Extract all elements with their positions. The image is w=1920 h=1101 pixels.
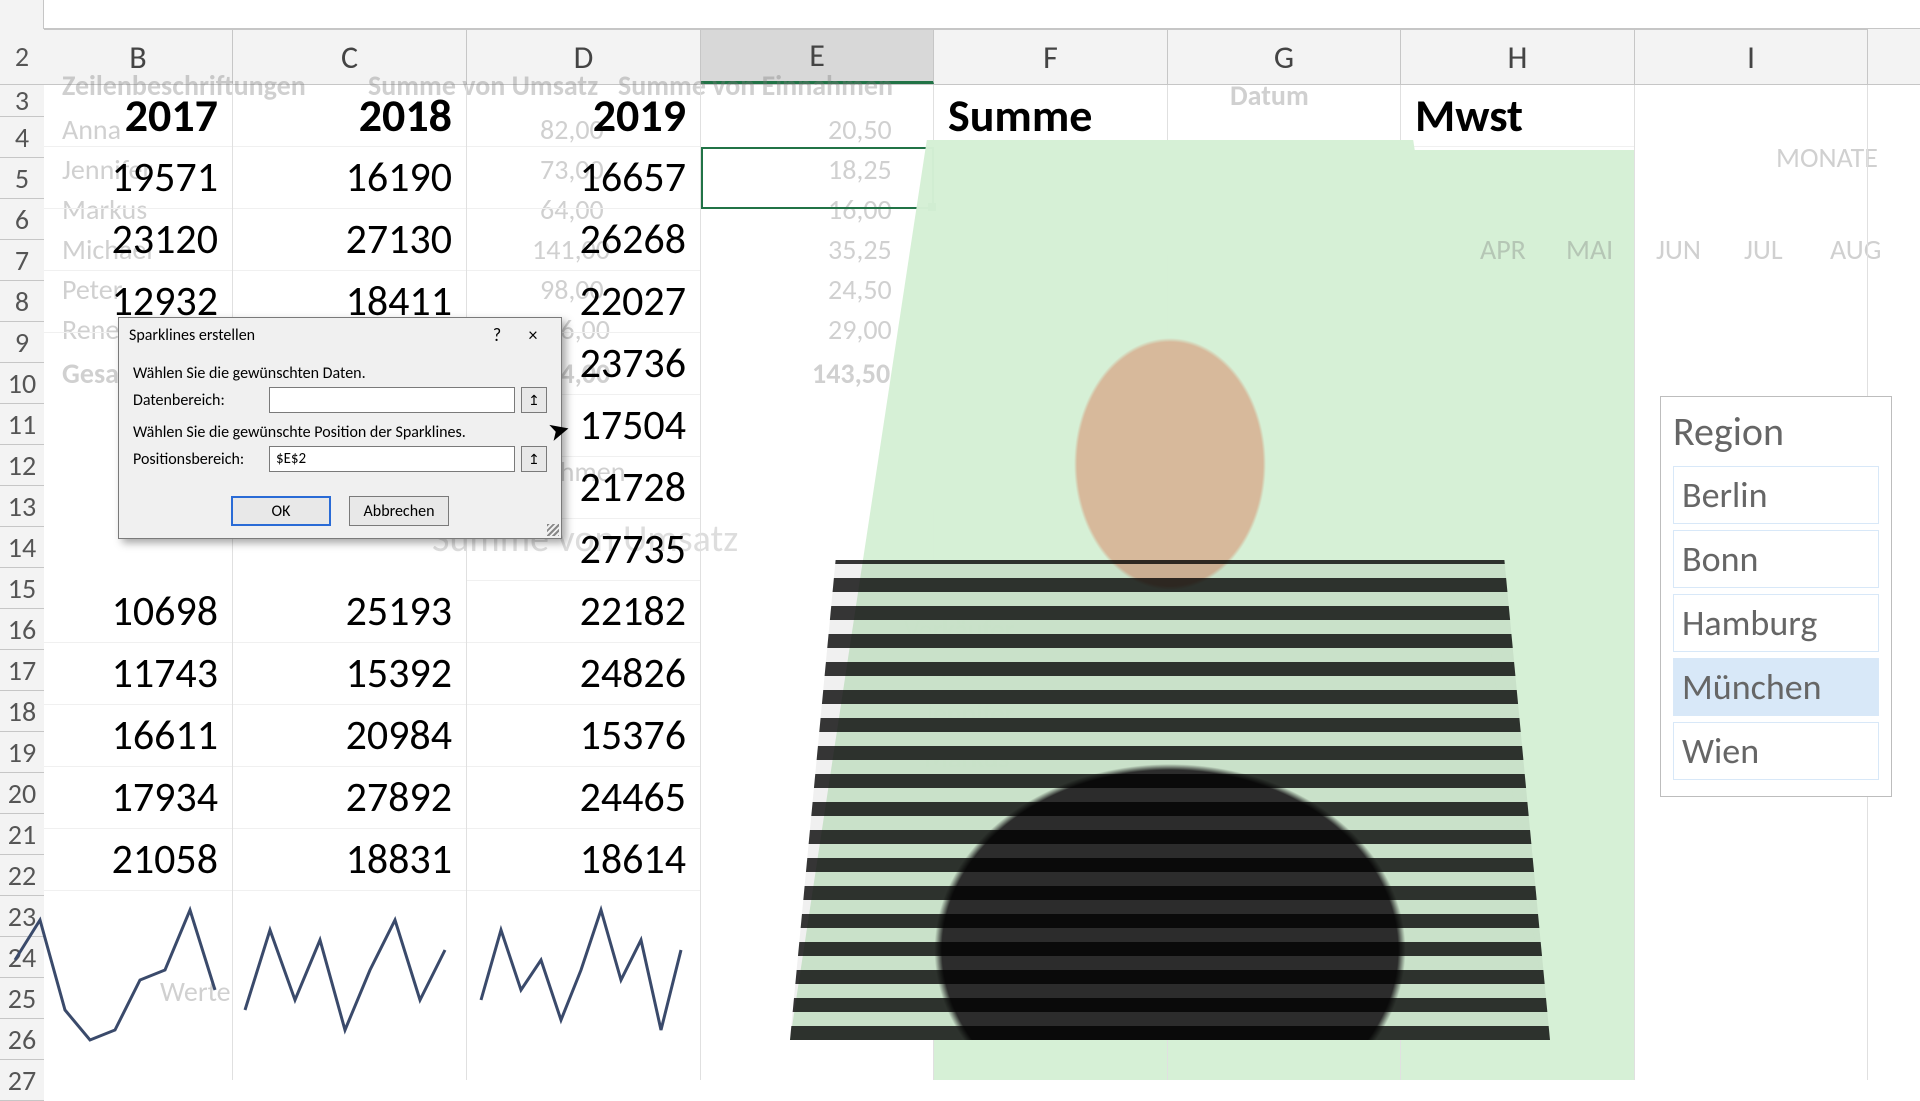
cell[interactable]: 17934 bbox=[44, 767, 232, 829]
help-button[interactable]: ? bbox=[479, 324, 515, 346]
cell[interactable]: 25193 bbox=[233, 581, 466, 643]
cell-F-summe[interactable]: Summe bbox=[934, 85, 1167, 147]
row-header-5[interactable]: 5 bbox=[0, 158, 44, 199]
ok-button[interactable]: OK bbox=[231, 496, 331, 526]
sparkline-D bbox=[476, 890, 696, 1060]
range-picker-icon[interactable]: ↥ bbox=[521, 446, 547, 472]
row-header-27[interactable]: 27 bbox=[0, 1060, 44, 1101]
row-header-2[interactable]: 2 bbox=[0, 29, 44, 85]
cell[interactable]: 26268 bbox=[467, 209, 700, 271]
row-header-8[interactable]: 8 bbox=[0, 281, 44, 322]
col-header-G[interactable]: G bbox=[1168, 29, 1401, 84]
row-header-9[interactable]: 9 bbox=[0, 322, 44, 363]
cell[interactable]: 15376 bbox=[467, 705, 700, 767]
label-datenbereich: Datenbereich: bbox=[133, 391, 263, 410]
slicer-item[interactable]: München bbox=[1673, 658, 1879, 716]
slicer-item[interactable]: Bonn bbox=[1673, 530, 1879, 588]
input-positionsbereich[interactable] bbox=[269, 446, 515, 472]
row-header-11[interactable]: 11 bbox=[0, 404, 44, 445]
range-picker-icon[interactable]: ↥ bbox=[521, 387, 547, 413]
cell[interactable]: 18831 bbox=[233, 829, 466, 891]
row-header-6[interactable]: 6 bbox=[0, 199, 44, 240]
row-header-14[interactable]: 14 bbox=[0, 527, 44, 568]
dialog-prompt-data: Wählen Sie die gewünschten Daten. bbox=[133, 364, 547, 383]
row-header-15[interactable]: 15 bbox=[0, 568, 44, 609]
cell[interactable]: 22182 bbox=[467, 581, 700, 643]
cell[interactable]: 24465 bbox=[467, 767, 700, 829]
dialog-sparklines-erstellen: Sparklines erstellen ? × Wählen Sie die … bbox=[118, 317, 562, 539]
row-header-13[interactable]: 13 bbox=[0, 486, 44, 527]
row-header-19[interactable]: 19 bbox=[0, 732, 44, 773]
cell[interactable]: 24826 bbox=[467, 643, 700, 705]
cell[interactable]: 20984 bbox=[233, 705, 466, 767]
row-header-20[interactable]: 20 bbox=[0, 773, 44, 814]
webcam-presenter-shirt bbox=[790, 560, 1550, 1040]
active-cell[interactable] bbox=[701, 147, 934, 209]
slicer-title: Region bbox=[1673, 407, 1879, 456]
cell-B-year[interactable]: 2017 bbox=[44, 85, 232, 147]
cell[interactable]: 18614 bbox=[467, 829, 700, 891]
cell-C-year[interactable]: 2018 bbox=[233, 85, 466, 147]
cell[interactable]: 16657 bbox=[467, 147, 700, 209]
cell[interactable]: 15392 bbox=[233, 643, 466, 705]
slicer-item[interactable]: Wien bbox=[1673, 722, 1879, 780]
cell[interactable]: 19571 bbox=[44, 147, 232, 209]
cell[interactable]: 10698 bbox=[44, 581, 232, 643]
cell[interactable]: 11743 bbox=[44, 643, 232, 705]
row-header-16[interactable]: 16 bbox=[0, 609, 44, 650]
cell[interactable]: 21058 bbox=[44, 829, 232, 891]
label-positionsbereich: Positionsbereich: bbox=[133, 450, 263, 469]
row-header-12[interactable]: 12 bbox=[0, 445, 44, 486]
cell-D-year[interactable]: 2019 bbox=[467, 85, 700, 147]
row-header-17[interactable]: 17 bbox=[0, 650, 44, 691]
slicer-item[interactable]: Hamburg bbox=[1673, 594, 1879, 652]
resize-grip[interactable] bbox=[547, 524, 559, 536]
col-header-F[interactable]: F bbox=[934, 29, 1168, 84]
cell[interactable]: 23120 bbox=[44, 209, 232, 271]
col-header-H[interactable]: H bbox=[1401, 29, 1635, 84]
cell[interactable]: 16190 bbox=[233, 147, 466, 209]
sparkline-C bbox=[240, 890, 460, 1060]
slicer-region[interactable]: Region Berlin Bonn Hamburg München Wien bbox=[1660, 396, 1892, 797]
row-header-10[interactable]: 10 bbox=[0, 363, 44, 404]
sparkline-B bbox=[10, 890, 230, 1060]
row-header-18[interactable]: 18 bbox=[0, 691, 44, 732]
dialog-prompt-pos: Wählen Sie die gewünschte Position der S… bbox=[133, 423, 547, 442]
slicer-item[interactable]: Berlin bbox=[1673, 466, 1879, 524]
dialog-titlebar[interactable]: Sparklines erstellen ? × bbox=[119, 318, 561, 352]
row-header-7[interactable]: 7 bbox=[0, 240, 44, 281]
close-button[interactable]: × bbox=[515, 324, 551, 346]
input-datenbereich[interactable] bbox=[269, 387, 515, 413]
cell[interactable]: 27892 bbox=[233, 767, 466, 829]
cell-H-mwst[interactable]: Mwst bbox=[1401, 85, 1634, 147]
cell[interactable]: 16611 bbox=[44, 705, 232, 767]
row-header-4[interactable]: 4 bbox=[0, 117, 44, 158]
dialog-title: Sparklines erstellen bbox=[129, 326, 479, 345]
row-header-21[interactable]: 21 bbox=[0, 814, 44, 855]
col-header-I[interactable]: I bbox=[1635, 29, 1868, 84]
cell[interactable]: 27130 bbox=[233, 209, 466, 271]
cancel-button[interactable]: Abbrechen bbox=[349, 496, 449, 526]
formula-bar[interactable] bbox=[44, 0, 1920, 29]
row-header-3[interactable]: 3 bbox=[0, 85, 44, 117]
